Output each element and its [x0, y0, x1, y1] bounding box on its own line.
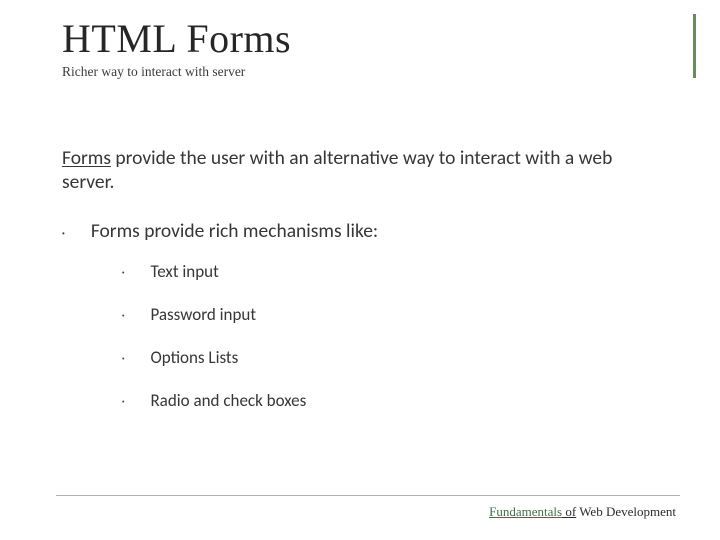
- list-item: • Password input: [122, 304, 668, 325]
- bullet-icon: •: [122, 313, 124, 325]
- footer-rest: Web Development: [576, 504, 676, 519]
- intro-lead: Forms: [62, 146, 111, 170]
- lvl2-text: Password input: [150, 304, 256, 325]
- footer-fundamentals: Fundamentals: [489, 504, 562, 519]
- slide: HTML Forms Richer way to interact with s…: [0, 0, 720, 540]
- list-item: • Radio and check boxes: [122, 390, 668, 411]
- lvl1-text: Forms provide rich mechanisms like:: [91, 219, 378, 243]
- bullet-icon: •: [122, 399, 124, 411]
- list-item: • Forms provide rich mechanisms like:: [62, 219, 668, 243]
- list-item: • Options Lists: [122, 347, 668, 368]
- slide-subtitle: Richer way to interact with server: [62, 64, 668, 80]
- bullet-icon: •: [62, 229, 65, 243]
- accent-rule: [693, 14, 696, 78]
- slide-title: HTML Forms: [62, 18, 668, 60]
- bullet-list-lvl2: • Text input • Password input • Options …: [122, 261, 668, 411]
- bullet-list-lvl1: • Forms provide rich mechanisms like:: [62, 219, 668, 243]
- lvl2-text: Radio and check boxes: [150, 390, 306, 411]
- list-item: • Text input: [122, 261, 668, 282]
- intro-rest: provide the user with an alternative way…: [62, 146, 612, 194]
- bullet-icon: •: [122, 270, 124, 282]
- intro-text: Forms provide the user with an alternati…: [62, 146, 622, 195]
- lvl2-text: Options Lists: [150, 347, 238, 368]
- bullet-icon: •: [122, 356, 124, 368]
- footer-rule: [56, 495, 680, 496]
- lvl2-text: Text input: [150, 261, 218, 282]
- footer-text: Fundamentals of Web Development: [489, 504, 676, 520]
- footer-of: of: [562, 504, 576, 519]
